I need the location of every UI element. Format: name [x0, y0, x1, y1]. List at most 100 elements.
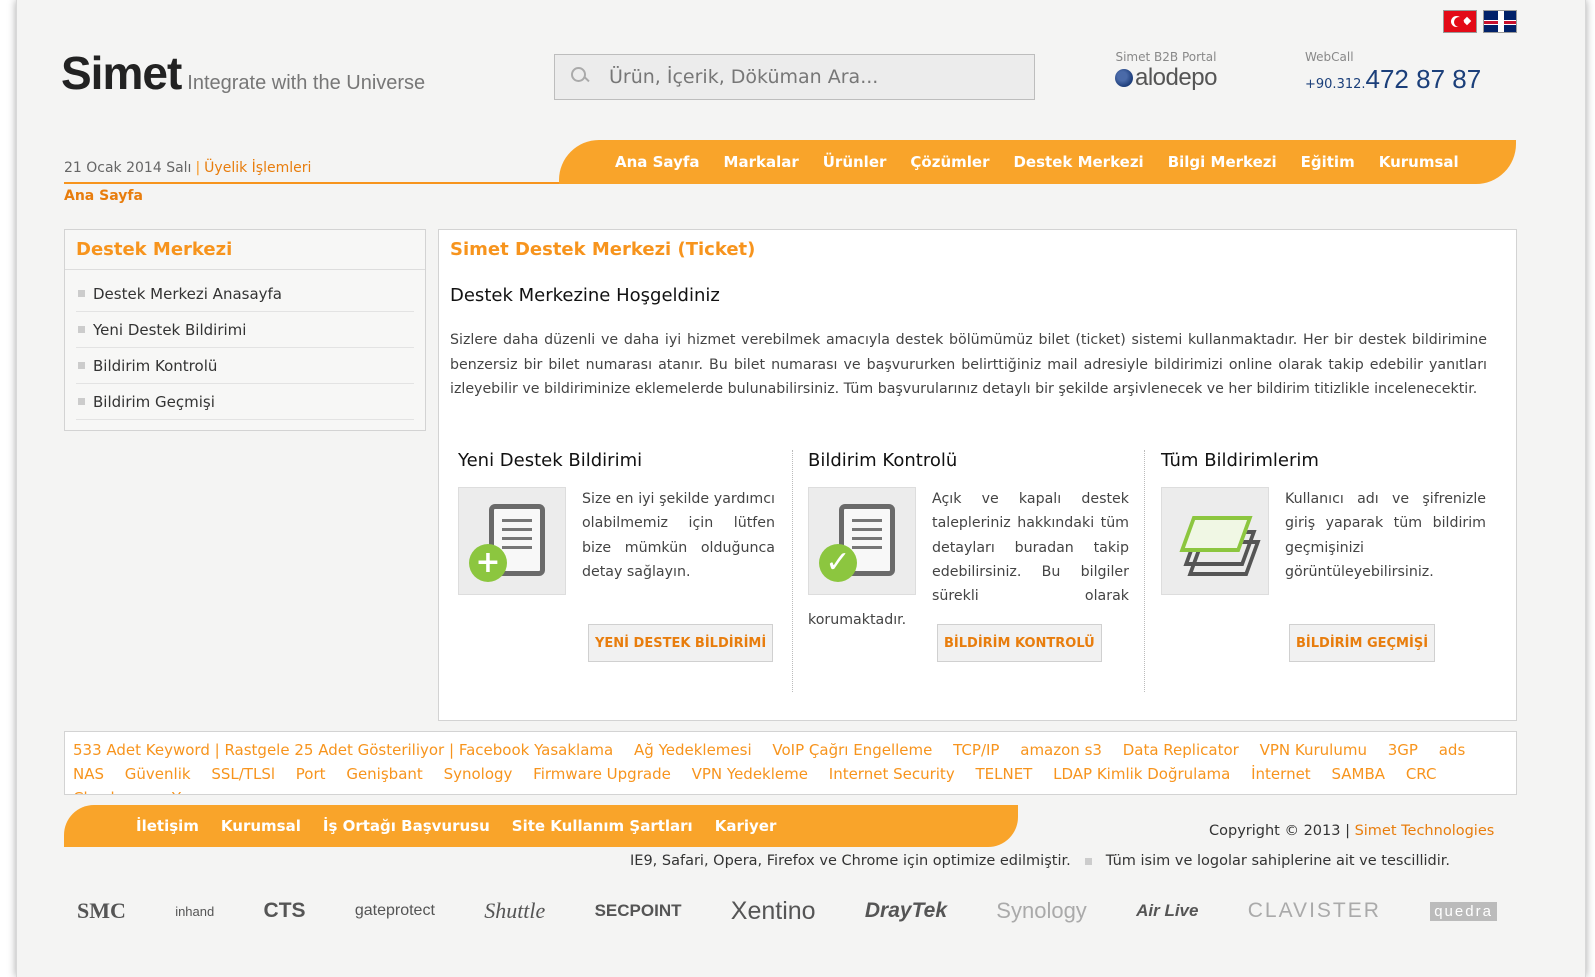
column-divider [792, 450, 793, 692]
search-box [554, 54, 1035, 100]
logo-tagline: Integrate with the Universe [187, 72, 426, 94]
webcall: WebCall +90.312. 472 87 87 [1305, 50, 1481, 95]
brand-logo-secpoint[interactable]: SECPOINT [595, 901, 682, 921]
brand-logo-synology[interactable]: Synology [996, 898, 1087, 924]
brand-logo-cts[interactable]: CTS [264, 899, 306, 923]
column-ticket-check: Bildirim Kontrolü ✓ Açık ve kapalı deste… [808, 450, 1129, 692]
browser-note: IE9, Safari, Opera, Firefox ve Chrome iç… [630, 853, 1071, 869]
phone-number: 472 87 87 [1365, 64, 1482, 94]
main-nav: Ana Sayfa Markalar Ürünler Çözümler Dest… [559, 140, 1516, 184]
keyword-link[interactable]: VPN Kurulumu [1260, 741, 1367, 759]
meta-separator: | [195, 160, 201, 176]
keyword-link[interactable]: TELNET [975, 765, 1032, 783]
sidebar-item-new-ticket[interactable]: Yeni Destek Bildirimi [76, 312, 414, 348]
nav-training[interactable]: Eğitim [1301, 153, 1355, 171]
column-heading: Yeni Destek Bildirimi [458, 450, 643, 471]
nav-corporate[interactable]: Kurumsal [1379, 153, 1459, 171]
sidebar-title: Destek Merkezi [65, 230, 425, 270]
keyword-link[interactable]: Data Replicator [1123, 741, 1239, 759]
alodepo-logo: alodepo [1115, 64, 1217, 92]
portal-caption: Simet B2B Portal [1115, 50, 1217, 64]
column-divider [1144, 450, 1145, 692]
column-heading: Bildirim Kontrolü [808, 450, 958, 471]
company-link[interactable]: Simet Technologies [1355, 823, 1495, 839]
keyword-link[interactable]: Güvenlik [125, 765, 191, 783]
keyword-link[interactable]: SSL/TLSl [211, 765, 275, 783]
b2b-portal-link[interactable]: Simet B2B Portal alodepo [1115, 50, 1217, 92]
keyword-link[interactable]: Yazıcı [172, 789, 213, 794]
brand-logo-gateprotect[interactable]: gateprotect [355, 902, 435, 920]
bullet-icon [1084, 857, 1092, 865]
sidebar-item-history[interactable]: Bildirim Geçmişi [76, 384, 414, 420]
footer-link-corporate[interactable]: Kurumsal [221, 817, 301, 835]
brand-logo-xentino[interactable]: Xentino [731, 897, 816, 926]
keyword-link[interactable]: SAMBA [1331, 765, 1385, 783]
main-content: Simet Destek Merkezi (Ticket) Destek Mer… [438, 229, 1517, 721]
keyword-link[interactable]: VoIP Çağrı Engelleme [772, 741, 932, 759]
brand-logo-smc[interactable]: SMC [77, 898, 126, 924]
new-ticket-button[interactable]: YENİ DESTEK BİLDİRİMİ [588, 624, 774, 662]
nav-support[interactable]: Destek Merkezi [1013, 153, 1143, 171]
keyword-link[interactable]: Genişbant [346, 765, 422, 783]
column-all-tickets: Tüm Bildirimlerim Kullanıcı adı ve şifre… [1161, 450, 1486, 692]
language-flags [1443, 10, 1517, 33]
keyword-count: 533 Adet Keyword | Rastgele 25 Adet Göst… [73, 741, 455, 759]
keyword-link[interactable]: LDAP Kimlik Doğrulama [1053, 765, 1230, 783]
breadcrumb[interactable]: Ana Sayfa [64, 188, 143, 204]
nav-products[interactable]: Ürünler [823, 153, 887, 171]
nav-solutions[interactable]: Çözümler [910, 153, 989, 171]
sidebar: Destek Merkezi Destek Merkezi Anasayfa Y… [64, 229, 426, 431]
new-ticket-icon: + [458, 487, 566, 595]
nav-brands[interactable]: Markalar [724, 153, 799, 171]
sidebar-item-home[interactable]: Destek Merkezi Anasayfa [76, 276, 414, 312]
search-input[interactable] [609, 66, 1009, 88]
check-ticket-icon: ✓ [808, 487, 916, 595]
layers-icon [1161, 487, 1269, 595]
copyright-text: Copyright © 2013 | [1209, 823, 1350, 839]
english-flag-icon[interactable] [1483, 10, 1517, 33]
search-icon[interactable] [571, 67, 591, 87]
keyword-link[interactable]: VPN Yedekleme [692, 765, 808, 783]
keyword-link[interactable]: Synology [444, 765, 513, 783]
page-title: Simet Destek Merkezi (Ticket) [450, 239, 756, 260]
brand-logo-inhand[interactable]: inhand [175, 904, 214, 919]
footer-link-careers[interactable]: Kariyer [715, 817, 777, 835]
logo-wordmark: Simet [61, 47, 182, 99]
keyword-link[interactable]: Internet Security [829, 765, 955, 783]
keyword-link[interactable]: ads [1439, 741, 1466, 759]
keyword-link[interactable]: İnternet [1251, 765, 1311, 783]
keyword-link[interactable]: 3GP [1388, 741, 1418, 759]
header-divider [64, 182, 564, 184]
brand-logo-clavister[interactable]: CLAVISTER [1248, 899, 1381, 923]
nav-knowledge[interactable]: Bilgi Merkezi [1168, 153, 1277, 171]
brand-logo-draytek[interactable]: DrayTek [865, 899, 947, 923]
keyword-link[interactable]: Port [296, 765, 326, 783]
ticket-check-button[interactable]: BİLDİRİM KONTROLÜ [937, 624, 1102, 662]
welcome-heading: Destek Merkezine Hoşgeldiniz [450, 285, 720, 306]
keyword-link[interactable]: Facebook Yasaklama [459, 741, 613, 759]
webcall-phone: +90.312. 472 87 87 [1305, 64, 1481, 95]
keyword-link[interactable]: NAS [73, 765, 104, 783]
keyword-link[interactable]: Firmware Upgrade [533, 765, 671, 783]
turkish-flag-icon[interactable] [1443, 10, 1477, 33]
brand-logo-quedra[interactable]: quedra [1430, 901, 1497, 921]
membership-link[interactable]: Üyelik İşlemleri [204, 160, 311, 176]
sidebar-item-check[interactable]: Bildirim Kontrolü [76, 348, 414, 384]
brand-logo-airlive[interactable]: Air Live [1136, 901, 1198, 921]
page-frame: Simet Integrate with the Universe Simet … [16, 0, 1586, 977]
nav-home[interactable]: Ana Sayfa [615, 153, 700, 171]
ticket-history-button[interactable]: BİLDİRİM GEÇMİŞİ [1289, 624, 1436, 662]
portal-logo-text: alodepo [1135, 64, 1217, 91]
footer-link-partner[interactable]: İş Ortağı Başvurusu [323, 817, 490, 835]
column-heading: Tüm Bildirimlerim [1161, 450, 1319, 471]
site-logo[interactable]: Simet Integrate with the Universe [61, 46, 425, 100]
footer-link-contact[interactable]: İletişim [136, 817, 199, 835]
plus-icon: + [469, 544, 507, 582]
keyword-link[interactable]: Ağ Yedeklemesi [634, 741, 752, 759]
current-date: 21 Ocak 2014 Salı [64, 160, 192, 176]
keyword-link[interactable]: TCP/IP [953, 741, 999, 759]
footer-link-terms[interactable]: Site Kullanım Şartları [512, 817, 693, 835]
keyword-link[interactable]: amazon s3 [1020, 741, 1102, 759]
footer-notes: IE9, Safari, Opera, Firefox ve Chrome iç… [630, 853, 1450, 869]
brand-logo-shuttle[interactable]: Shuttle [484, 898, 545, 924]
